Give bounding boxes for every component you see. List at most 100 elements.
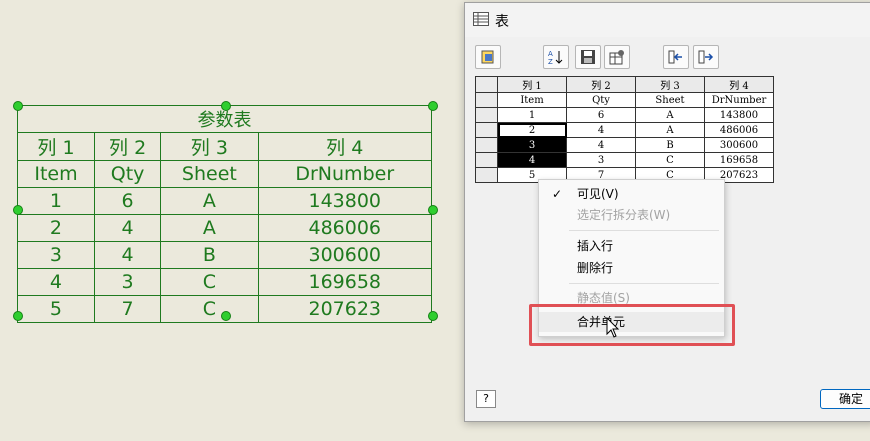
table-cell: A xyxy=(160,187,259,215)
menu-separator xyxy=(569,283,719,284)
menu-item-delete-row[interactable]: 删除行 xyxy=(539,258,724,278)
properties-icon xyxy=(481,50,494,64)
table-cell: 300600 xyxy=(257,241,432,269)
row-header[interactable] xyxy=(475,107,498,123)
grid-cell[interactable]: 3 xyxy=(566,152,636,168)
row-header[interactable] xyxy=(475,167,498,183)
table-cell: 5 xyxy=(17,295,95,323)
table-cell: 7 xyxy=(93,295,162,323)
table-cell: 143800 xyxy=(257,187,432,215)
row-header[interactable] xyxy=(475,122,498,138)
grid-cell[interactable]: 143800 xyxy=(704,107,774,123)
row-header[interactable] xyxy=(475,152,498,168)
grip-handle[interactable] xyxy=(13,205,23,215)
row-header[interactable] xyxy=(475,92,498,108)
save-button[interactable] xyxy=(575,45,601,69)
corner-cell[interactable] xyxy=(475,76,498,93)
menu-separator xyxy=(569,230,719,231)
table-cell: 1 xyxy=(17,187,95,215)
grid-cell[interactable]: 4 xyxy=(566,122,636,138)
table-cell: 4 xyxy=(17,268,95,296)
insert-left-icon xyxy=(668,50,682,64)
grip-handle[interactable] xyxy=(13,101,23,111)
grid-cell[interactable]: 1 xyxy=(497,107,567,123)
column-label: 列 1 xyxy=(17,132,95,161)
menu-item-label: 选定行拆分表(W) xyxy=(577,208,671,222)
table-cell: 207623 xyxy=(257,295,432,323)
header-cell: Item xyxy=(17,160,95,188)
table-cell: 169658 xyxy=(257,268,432,296)
table-cell: 2 xyxy=(17,214,95,242)
table-cell: 3 xyxy=(17,241,95,269)
svg-text:A: A xyxy=(548,50,553,58)
grid-cell[interactable]: Item xyxy=(497,92,567,108)
grid-cell[interactable]: DrNumber xyxy=(704,92,774,108)
column-label: 列 3 xyxy=(160,132,259,161)
ok-button[interactable]: 确定 xyxy=(820,389,870,409)
mouse-cursor-icon xyxy=(606,317,620,338)
grip-handle[interactable] xyxy=(221,311,231,321)
grid-cell[interactable]: A xyxy=(635,107,705,123)
table-cell: 6 xyxy=(93,187,162,215)
grid-cell[interactable]: 300600 xyxy=(704,137,774,153)
table-settings-button[interactable] xyxy=(604,45,630,69)
grip-handle[interactable] xyxy=(428,101,438,111)
grid-cell[interactable]: 2 xyxy=(497,122,567,138)
table-icon xyxy=(473,12,489,26)
table-editor-grid[interactable]: 列 1 列 2 列 3 列 4 Item Qty Sheet DrNumber … xyxy=(475,76,774,183)
grid-cell[interactable]: 4 xyxy=(566,137,636,153)
column-header[interactable]: 列 1 xyxy=(497,76,567,93)
insert-right-icon xyxy=(698,50,714,64)
column-header[interactable]: 列 4 xyxy=(704,76,774,93)
menu-item-label: 可见(V) xyxy=(577,187,619,201)
grid-cell[interactable]: B xyxy=(635,137,705,153)
menu-item-label: 删除行 xyxy=(577,261,614,275)
grid-cell-selected[interactable]: 4 xyxy=(497,152,567,168)
insert-column-left-button[interactable] xyxy=(663,45,689,69)
grip-handle[interactable] xyxy=(221,101,231,111)
sort-button[interactable]: AZ xyxy=(543,45,569,69)
column-label: 列 4 xyxy=(257,132,432,161)
insert-column-right-button[interactable] xyxy=(693,45,719,69)
column-header[interactable]: 列 2 xyxy=(566,76,636,93)
grid-cell[interactable]: C xyxy=(635,152,705,168)
column-header[interactable]: 列 3 xyxy=(635,76,705,93)
dialog-title: 表 xyxy=(495,14,509,30)
menu-item-visible[interactable]: ✓ 可见(V) xyxy=(539,184,724,204)
table-settings-icon xyxy=(609,50,624,65)
table-cell: 4 xyxy=(93,241,162,269)
grid-cell[interactable]: 486006 xyxy=(704,122,774,138)
table-cell: A xyxy=(160,214,259,242)
grip-handle[interactable] xyxy=(428,205,438,215)
menu-item-label: 插入行 xyxy=(577,239,614,253)
row-header[interactable] xyxy=(475,137,498,153)
grid-cell-selected[interactable]: 3 xyxy=(497,137,567,153)
header-cell: Qty xyxy=(93,160,162,188)
dialog-titlebar[interactable]: 表 xyxy=(465,3,870,37)
table-cell: 4 xyxy=(93,214,162,242)
header-cell: Sheet xyxy=(160,160,259,188)
drawing-parameter-table[interactable]: 参数表 列 1 列 2 列 3 列 4 Item Qty Sheet DrNum… xyxy=(17,105,432,323)
table-properties-button[interactable] xyxy=(475,45,501,69)
highlight-box xyxy=(529,304,735,346)
menu-item-split-table: 选定行拆分表(W) xyxy=(539,205,724,225)
help-button[interactable]: ? xyxy=(476,390,496,408)
grip-handle[interactable] xyxy=(428,311,438,321)
grid-cell[interactable]: A xyxy=(635,122,705,138)
grid-cell[interactable]: Qty xyxy=(566,92,636,108)
header-cell: DrNumber xyxy=(257,160,432,188)
grid-cell[interactable]: 169658 xyxy=(704,152,774,168)
check-icon: ✓ xyxy=(552,187,563,201)
table-cell: C xyxy=(160,268,259,296)
menu-item-insert-row[interactable]: 插入行 xyxy=(539,236,724,256)
table-cell: 486006 xyxy=(257,214,432,242)
column-label: 列 2 xyxy=(93,132,162,161)
table-cell: B xyxy=(160,241,259,269)
sort-az-icon: AZ xyxy=(548,50,563,65)
grid-cell[interactable]: Sheet xyxy=(635,92,705,108)
grip-handle[interactable] xyxy=(13,311,23,321)
table-cell: 3 xyxy=(93,268,162,296)
svg-text:Z: Z xyxy=(548,58,553,65)
grid-cell[interactable]: 6 xyxy=(566,107,636,123)
floppy-icon xyxy=(581,50,595,64)
